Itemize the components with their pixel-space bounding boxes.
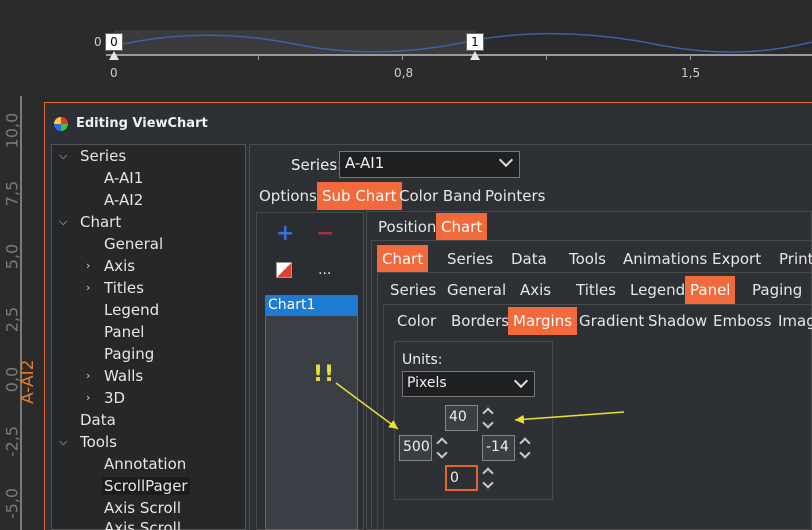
margin-left-field[interactable]: 500	[399, 435, 432, 461]
chevron-right-icon[interactable]: ›	[86, 259, 90, 272]
teechart-icon	[54, 117, 68, 131]
series-select-value: A-AI1	[345, 154, 385, 172]
tab-legend[interactable]: Legend	[625, 276, 690, 304]
y-tick-label: 7,5	[2, 180, 22, 207]
tab-chart[interactable]: Chart	[436, 213, 488, 241]
plus-icon[interactable]: +	[276, 221, 294, 246]
tree-item-chart[interactable]: Chart	[80, 213, 121, 231]
dialog-title: Editing ViewChart	[76, 116, 208, 131]
margin-left-spinner[interactable]	[436, 436, 448, 460]
tab-chart-editor[interactable]: Chart	[377, 245, 429, 273]
pager-start-handle[interactable]: 0	[105, 33, 123, 51]
pager-tick-label: 0	[110, 66, 118, 80]
margin-right-spinner[interactable]	[519, 436, 531, 460]
tab-margins[interactable]: Margins	[508, 307, 578, 335]
pager-axis	[106, 54, 812, 56]
chevron-right-icon[interactable]: ›	[86, 281, 90, 294]
tab-color-band[interactable]: Color Band	[394, 182, 486, 210]
pager-tick-label: 0,8	[394, 66, 414, 80]
series-label: Series:	[291, 156, 343, 174]
pager-tick	[546, 54, 547, 60]
chevron-down-icon[interactable]: ⌵	[59, 215, 67, 229]
chevron-down-icon[interactable]: ⌵	[59, 149, 67, 163]
tab-general[interactable]: General	[442, 276, 511, 304]
y-tick-label: -5,0	[2, 487, 22, 520]
tab-data[interactable]: Data	[506, 245, 552, 273]
series-select[interactable]: A-AI1	[339, 151, 520, 178]
tab-options[interactable]: Options	[254, 182, 322, 210]
chevron-down-icon[interactable]: ⌵	[59, 435, 67, 449]
tree-item-series[interactable]: Series	[80, 147, 126, 165]
list-item[interactable]: Chart1	[266, 296, 357, 316]
tab-color[interactable]: Color	[392, 307, 441, 335]
tab-series-settings[interactable]: Series	[385, 276, 441, 304]
margin-bottom-field[interactable]: 0	[445, 465, 478, 491]
pager-end-handle[interactable]: 1	[466, 33, 484, 51]
pager-tick	[258, 54, 259, 60]
pager-tick	[690, 54, 691, 60]
tree-item-3d[interactable]: 3D	[104, 389, 125, 407]
tab-pointers[interactable]: Pointers	[480, 182, 550, 210]
tab-series[interactable]: Series	[442, 245, 498, 273]
minus-icon[interactable]: −	[316, 221, 334, 246]
chevron-right-icon[interactable]: ›	[86, 369, 90, 382]
tab-borders[interactable]: Borders	[446, 307, 514, 335]
tree-item-paging[interactable]: Paging	[104, 345, 154, 363]
tree-item-data[interactable]: Data	[80, 411, 116, 429]
more-button[interactable]: ...	[318, 262, 331, 278]
tree-item-titles[interactable]: Titles	[104, 279, 144, 297]
pager-tick	[402, 54, 403, 60]
tab-animations[interactable]: Animations	[618, 245, 712, 273]
y-tick-label: 5,0	[2, 243, 22, 270]
tree-item-axis[interactable]: Axis	[104, 257, 135, 275]
tab-export[interactable]: Export	[707, 245, 766, 273]
tab-sub-chart[interactable]: Sub Chart	[317, 182, 402, 210]
tree-item-legend[interactable]: Legend	[104, 301, 159, 319]
edit-chart-icon[interactable]	[276, 262, 292, 278]
tab-tools[interactable]: Tools	[564, 245, 611, 273]
series-axis-title: A-AI2	[18, 359, 38, 404]
pager-start-pointer[interactable]	[109, 51, 119, 60]
y-tick-label: -2,5	[2, 425, 22, 458]
tab-gradient[interactable]: Gradient	[574, 307, 649, 335]
tree-item-tools[interactable]: Tools	[80, 433, 117, 451]
pager-end-pointer[interactable]	[470, 51, 480, 60]
tree-item-general[interactable]: General	[104, 235, 163, 253]
margin-right-field[interactable]: -14	[482, 435, 515, 461]
tab-print[interactable]: Print	[774, 245, 812, 273]
pager-tick-label: 1,5	[681, 66, 701, 80]
tab-image[interactable]: Image	[773, 307, 812, 335]
tab-paging[interactable]: Paging	[747, 276, 807, 304]
tree-item-axis-scroll[interactable]: Axis Scroll	[104, 499, 181, 517]
units-label: Units:	[402, 352, 443, 368]
tree-item-a-ai2[interactable]: A-AI2	[104, 191, 143, 209]
tab-titles[interactable]: Titles	[571, 276, 621, 304]
tree-item-a-ai1[interactable]: A-AI1	[104, 169, 143, 187]
tree-item-axis-scroll-2[interactable]: Axis Scroll	[104, 519, 181, 530]
y-tick-label: 10,0	[2, 112, 22, 149]
tab-position[interactable]: Position	[373, 213, 441, 241]
pager-left-label: 0	[94, 35, 102, 49]
y-tick-label: 2,5	[2, 306, 22, 333]
tab-shadow[interactable]: Shadow	[643, 307, 712, 335]
tree-item-walls[interactable]: Walls	[104, 367, 143, 385]
margin-bottom-spinner[interactable]	[482, 466, 494, 490]
tab-axis[interactable]: Axis	[515, 276, 556, 304]
annotation-arrows	[335, 382, 625, 430]
tree-item-panel[interactable]: Panel	[104, 323, 144, 341]
tab-panel[interactable]: Panel	[685, 276, 736, 304]
chevron-right-icon[interactable]: ›	[86, 391, 90, 404]
tab-emboss[interactable]: Emboss	[708, 307, 776, 335]
pager-preview-line	[114, 32, 812, 53]
tree-item-annotation[interactable]: Annotation	[104, 455, 186, 473]
tree-item-scrollpager[interactable]: ScrollPager	[102, 477, 190, 495]
